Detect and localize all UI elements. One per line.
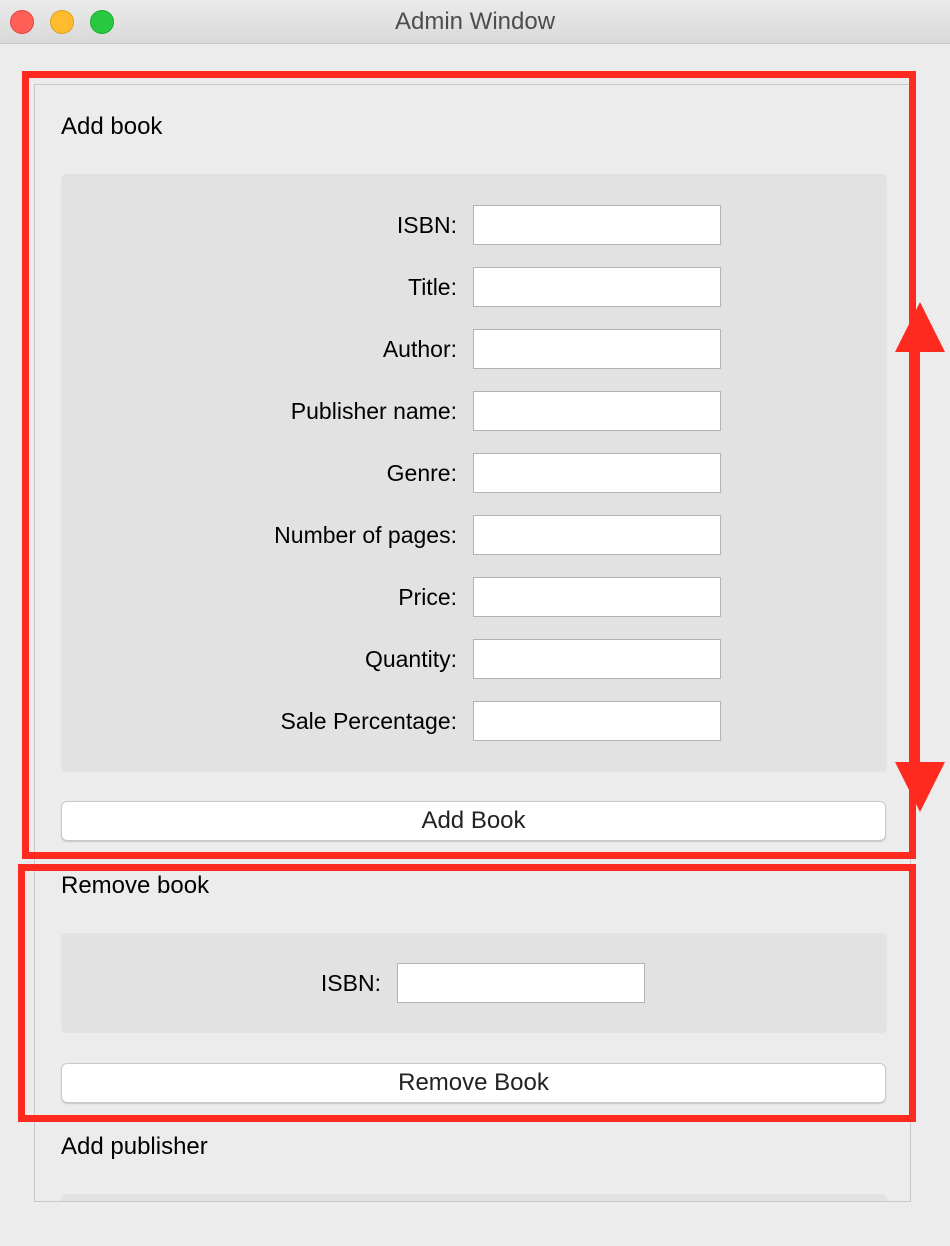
publisher-name-input[interactable] xyxy=(473,391,721,431)
remove-isbn-row: ISBN: xyxy=(61,963,887,1003)
title-row: Title: xyxy=(61,267,887,307)
publisher-name-label: Publisher name: xyxy=(290,398,457,424)
number-of-pages-input[interactable] xyxy=(473,515,721,555)
remove-book-form-panel: ISBN: xyxy=(61,933,887,1033)
remove-isbn-label: ISBN: xyxy=(320,970,381,996)
sale-percentage-label: Sale Percentage: xyxy=(280,708,457,734)
number-of-pages-label: Number of pages: xyxy=(274,522,457,548)
quantity-row: Quantity: xyxy=(61,639,887,679)
title-input[interactable] xyxy=(473,267,721,307)
isbn-row: ISBN: xyxy=(61,205,887,245)
price-input[interactable] xyxy=(473,577,721,617)
price-row: Price: xyxy=(61,577,887,617)
price-label: Price: xyxy=(398,584,457,610)
window-title: Admin Window xyxy=(394,8,556,35)
genre-row: Genre: xyxy=(61,453,887,493)
window-titlebar: Admin Window xyxy=(0,0,950,44)
add-book-form-panel: ISBN: Title: Author: Publisher name: Gen… xyxy=(61,174,887,772)
number-of-pages-row: Number of pages: xyxy=(61,515,887,555)
title-label: Title: xyxy=(408,274,457,300)
author-label: Author: xyxy=(382,336,457,362)
remove-isbn-input[interactable] xyxy=(397,963,645,1003)
quantity-input[interactable] xyxy=(473,639,721,679)
arrow-shaft xyxy=(912,350,920,764)
add-publisher-form-panel xyxy=(61,1194,887,1201)
add-publisher-section-title: Add publisher xyxy=(61,1133,208,1160)
add-book-section-title: Add book xyxy=(61,113,163,140)
add-book-button[interactable]: Add Book xyxy=(61,801,886,841)
genre-input[interactable] xyxy=(473,453,721,493)
quantity-label: Quantity: xyxy=(364,646,457,672)
isbn-input[interactable] xyxy=(473,205,721,245)
publisher-name-row: Publisher name: xyxy=(61,391,887,431)
sale-percentage-input[interactable] xyxy=(473,701,721,741)
sale-percentage-row: Sale Percentage: xyxy=(61,701,887,741)
genre-label: Genre: xyxy=(386,460,457,486)
remove-book-button[interactable]: Remove Book xyxy=(61,1063,886,1103)
isbn-label: ISBN: xyxy=(396,212,457,238)
admin-scroll-area[interactable]: Add book ISBN: Title: Author: Publisher … xyxy=(34,84,911,1202)
remove-book-section-title: Remove book xyxy=(61,872,210,899)
author-row: Author: xyxy=(61,329,887,369)
author-input[interactable] xyxy=(473,329,721,369)
